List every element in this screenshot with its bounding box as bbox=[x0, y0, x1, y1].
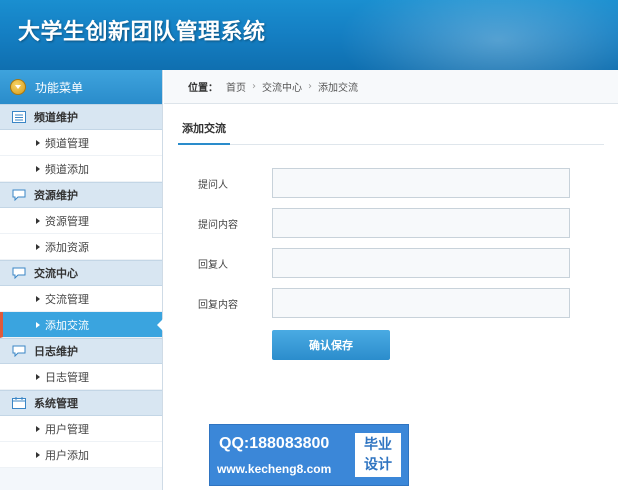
asker-input[interactable] bbox=[272, 168, 570, 198]
sidebar-item-log-manage[interactable]: 日志管理 bbox=[0, 364, 162, 390]
active-pointer-icon bbox=[157, 319, 163, 331]
sidebar-group-exchange[interactable]: 交流中心 bbox=[0, 260, 162, 286]
sidebar-group-label: 频道维护 bbox=[34, 111, 78, 124]
sidebar-item-exchange-manage[interactable]: 交流管理 bbox=[0, 286, 162, 312]
sidebar: 功能菜单 频道维护 频道管理 频道添加 资源维护 资源管理 添加资源 交流中心 … bbox=[0, 70, 163, 490]
caret-right-icon bbox=[36, 165, 40, 172]
sidebar-group-log[interactable]: 日志维护 bbox=[0, 338, 162, 364]
list-icon bbox=[12, 111, 26, 123]
sidebar-item-user-manage[interactable]: 用户管理 bbox=[0, 416, 162, 442]
caret-right-icon bbox=[36, 451, 40, 458]
sidebar-item-channel-add[interactable]: 频道添加 bbox=[0, 156, 162, 182]
sidebar-item-label: 资源管理 bbox=[45, 214, 89, 228]
tab-bar: 添加交流 bbox=[178, 119, 604, 145]
sidebar-group-label: 日志维护 bbox=[34, 345, 78, 358]
replier-input[interactable] bbox=[272, 248, 570, 278]
sidebar-item-resource-add[interactable]: 添加资源 bbox=[0, 234, 162, 260]
breadcrumb: 位置： 首页 › 交流中心 › 添加交流 bbox=[164, 70, 618, 104]
sidebar-item-user-add[interactable]: 用户添加 bbox=[0, 442, 162, 468]
caret-right-icon bbox=[36, 425, 40, 432]
watermark-badge: 毕业 设计 bbox=[355, 433, 401, 477]
form-row-asker: 提问人 bbox=[198, 168, 598, 198]
chat-icon bbox=[12, 345, 26, 357]
save-button[interactable]: 确认保存 bbox=[272, 330, 390, 360]
sidebar-group-label: 系统管理 bbox=[34, 397, 78, 410]
sidebar-item-label: 日志管理 bbox=[45, 370, 89, 384]
breadcrumb-exchange-center[interactable]: 交流中心 bbox=[262, 79, 302, 94]
sidebar-item-label: 交流管理 bbox=[45, 292, 89, 306]
reply-label: 回复内容 bbox=[198, 299, 238, 311]
chat-icon bbox=[12, 189, 26, 201]
sidebar-item-label: 用户管理 bbox=[45, 422, 89, 436]
caret-right-icon bbox=[36, 373, 40, 380]
app-title: 大学生创新团队管理系统 bbox=[18, 20, 266, 45]
menu-toggle-icon[interactable] bbox=[10, 79, 26, 95]
watermark-badge-line1: 毕业 bbox=[364, 437, 392, 453]
menu-header[interactable]: 功能菜单 bbox=[0, 70, 162, 104]
breadcrumb-home[interactable]: 首页 bbox=[226, 79, 246, 94]
sidebar-item-channel-manage[interactable]: 频道管理 bbox=[0, 130, 162, 156]
sidebar-group-system[interactable]: 系统管理 bbox=[0, 390, 162, 416]
chat-icon bbox=[12, 267, 26, 279]
question-input[interactable] bbox=[272, 208, 570, 238]
question-label: 提问内容 bbox=[198, 219, 238, 231]
breadcrumb-separator: › bbox=[308, 81, 312, 92]
sidebar-item-label: 添加资源 bbox=[45, 240, 89, 254]
sidebar-group-label: 资源维护 bbox=[34, 189, 78, 202]
calendar-icon bbox=[12, 397, 26, 409]
watermark: QQ:188083800 www.kecheng8.com 毕业 设计 bbox=[209, 424, 409, 486]
form-row-reply: 回复内容 bbox=[198, 288, 598, 318]
breadcrumb-separator: › bbox=[252, 81, 256, 92]
sidebar-item-label: 用户添加 bbox=[45, 448, 89, 462]
caret-right-icon bbox=[36, 243, 40, 250]
caret-right-icon bbox=[36, 139, 40, 146]
sidebar-item-resource-manage[interactable]: 资源管理 bbox=[0, 208, 162, 234]
watermark-badge-line2: 设计 bbox=[364, 457, 392, 473]
form-row-question: 提问内容 bbox=[198, 208, 598, 238]
form-row-replier: 回复人 bbox=[198, 248, 598, 278]
replier-label: 回复人 bbox=[198, 259, 228, 271]
breadcrumb-current: 添加交流 bbox=[318, 83, 358, 94]
caret-right-icon bbox=[36, 295, 40, 302]
sidebar-item-label: 添加交流 bbox=[45, 318, 89, 332]
caret-right-icon bbox=[36, 217, 40, 224]
sidebar-group-channel[interactable]: 频道维护 bbox=[0, 104, 162, 130]
sidebar-group-resource[interactable]: 资源维护 bbox=[0, 182, 162, 208]
watermark-qq: QQ:188083800 bbox=[219, 435, 330, 452]
breadcrumb-label: 位置： bbox=[188, 83, 218, 94]
watermark-site: www.kecheng8.com bbox=[217, 462, 332, 476]
sidebar-item-exchange-add[interactable]: 添加交流 bbox=[0, 312, 163, 338]
caret-right-icon bbox=[36, 321, 40, 328]
tab-add-exchange[interactable]: 添加交流 bbox=[178, 119, 230, 145]
reply-input[interactable] bbox=[272, 288, 570, 318]
header-glow bbox=[338, 0, 618, 70]
sidebar-group-label: 交流中心 bbox=[34, 267, 78, 280]
menu-title: 功能菜单 bbox=[35, 80, 84, 95]
sidebar-item-label: 频道添加 bbox=[45, 162, 89, 176]
sidebar-item-label: 频道管理 bbox=[45, 136, 89, 150]
asker-label: 提问人 bbox=[198, 179, 228, 191]
app-header: 大学生创新团队管理系统 bbox=[0, 0, 618, 70]
